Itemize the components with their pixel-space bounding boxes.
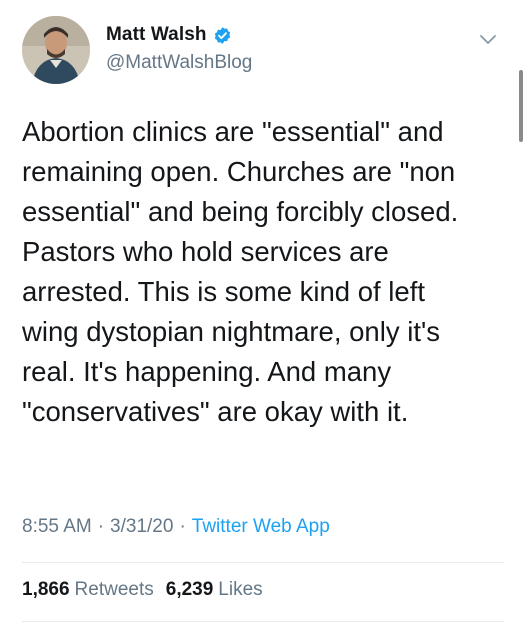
tweet-header: Matt Walsh @MattWalshBlog <box>22 16 502 84</box>
divider <box>22 562 504 563</box>
tweet-time[interactable]: 8:55 AM <box>22 516 92 538</box>
tweet-source-link[interactable]: Twitter Web App <box>192 516 330 538</box>
tweet-text: Abortion clinics are "essential" and rem… <box>22 116 459 427</box>
retweets-label: Retweets <box>74 579 154 600</box>
tweet-date[interactable]: 3/31/20 <box>110 516 173 538</box>
likes-label: Likes <box>218 579 263 600</box>
scrollbar[interactable] <box>519 70 523 142</box>
tweet-stats: 1,866 Retweets 6,239 Likes <box>22 579 263 601</box>
likes-stat[interactable]: 6,239 Likes <box>166 579 263 601</box>
avatar-image <box>22 16 90 84</box>
user-handle[interactable]: @MattWalshBlog <box>106 52 252 74</box>
chevron-down-icon[interactable] <box>478 32 498 46</box>
avatar[interactable] <box>22 16 90 84</box>
divider <box>22 621 504 622</box>
display-name[interactable]: Matt Walsh <box>106 24 207 46</box>
verified-badge-icon <box>213 26 232 45</box>
retweets-count: 1,866 <box>22 579 70 600</box>
meta-separator: · <box>179 516 186 537</box>
likes-count: 6,239 <box>165 579 214 600</box>
user-name-block[interactable]: Matt Walsh @MattWalshBlog <box>106 24 252 74</box>
meta-separator: · <box>97 516 105 537</box>
tweet-meta: 8:55 AM · 3/31/20 · Twitter Web App <box>22 516 330 538</box>
retweets-stat[interactable]: 1,866 Retweets <box>22 579 154 601</box>
tweet-card: Matt Walsh @MattWalshBlog Abortion clini… <box>0 0 526 638</box>
